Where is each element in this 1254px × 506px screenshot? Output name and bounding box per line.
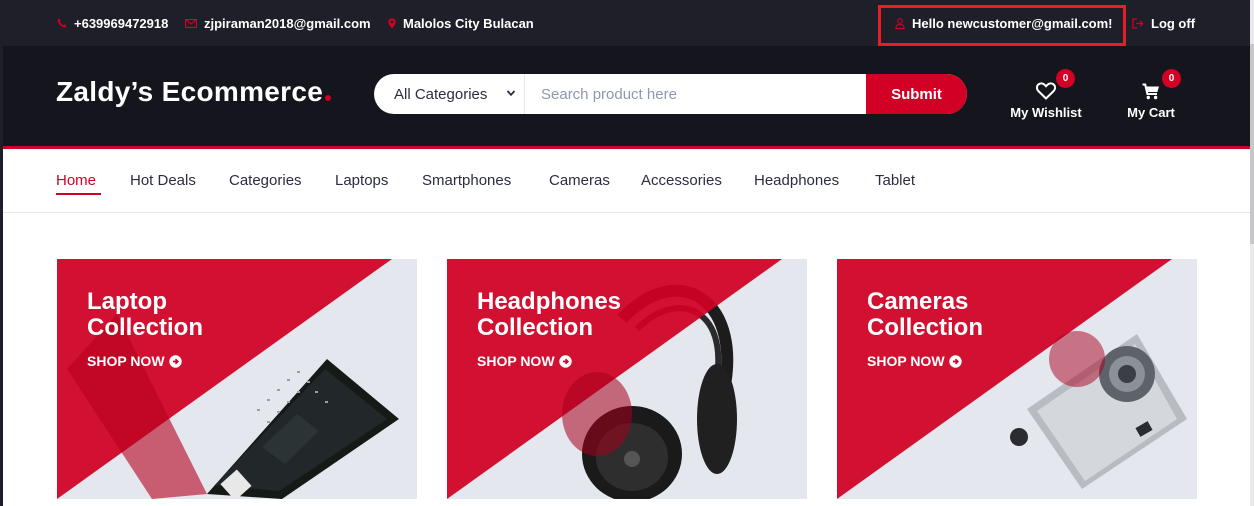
wishlist-link[interactable]: 0 My Wishlist	[1001, 69, 1091, 120]
site-logo[interactable]: Zaldy’s Ecommerce	[56, 76, 332, 108]
shop-now-label: SHOP NOW	[477, 353, 555, 369]
nav-item-categories[interactable]: Categories	[229, 172, 302, 189]
location-link[interactable]: Malolos City Bulacan	[388, 0, 534, 46]
cart-count-badge: 0	[1162, 69, 1181, 88]
nav-item-headphones[interactable]: Headphones	[754, 172, 839, 189]
phone-link[interactable]: +639969472918	[57, 0, 168, 46]
search-submit-button[interactable]: Submit	[866, 74, 967, 114]
wishlist-count-badge: 0	[1056, 69, 1075, 88]
shop-now-link[interactable]: SHOP NOW	[477, 353, 572, 369]
shop-now-link[interactable]: SHOP NOW	[87, 353, 182, 369]
collection-card-headphones[interactable]: Headphones Collection SHOP NOW	[447, 259, 807, 499]
wishlist-label: My Wishlist	[1010, 105, 1082, 120]
collection-card-cameras[interactable]: Cameras Collection SHOP NOW	[837, 259, 1197, 499]
collection-title: Laptop Collection	[87, 289, 287, 341]
arrow-circle-right-icon	[168, 354, 182, 368]
scrollbar-thumb[interactable]	[1250, 44, 1254, 244]
logo-dot	[325, 95, 332, 101]
search-input[interactable]	[526, 74, 866, 114]
envelope-icon	[185, 18, 197, 28]
scrollbar[interactable]	[1250, 0, 1254, 506]
nav-item-smartphones[interactable]: Smartphones	[422, 172, 511, 189]
search-form: All Categories Submit	[374, 74, 967, 114]
email-text: zjpiraman2018@gmail.com	[204, 15, 371, 31]
cart-icon	[1142, 83, 1159, 100]
arrow-circle-right-icon	[558, 354, 572, 368]
heart-icon	[1036, 82, 1056, 100]
shop-now-label: SHOP NOW	[867, 353, 945, 369]
arrow-circle-right-icon	[948, 354, 962, 368]
collection-title: Headphones Collection	[477, 289, 677, 341]
main-nav: Home Hot Deals Categories Laptops Smartp…	[3, 149, 1250, 213]
logout-icon	[1132, 17, 1144, 29]
logoff-text: Log off	[1151, 15, 1196, 31]
shop-now-label: SHOP NOW	[87, 353, 165, 369]
cart-link[interactable]: 0 My Cart	[1106, 69, 1196, 120]
collection-title-line1: Headphones	[477, 288, 622, 315]
nav-item-home[interactable]: Home	[56, 172, 96, 189]
nav-item-hot-deals[interactable]: Hot Deals	[130, 172, 196, 189]
logoff-link[interactable]: Log off	[1132, 0, 1195, 46]
collection-title-line2: Collection	[87, 314, 204, 341]
category-select-value: All Categories	[394, 85, 488, 103]
main-header: Zaldy’s Ecommerce All Categories Submit …	[3, 46, 1250, 146]
highlight-box	[878, 5, 1126, 46]
nav-item-cameras[interactable]: Cameras	[549, 172, 610, 189]
collection-title-line2: Collection	[477, 314, 594, 341]
nav-item-accessories[interactable]: Accessories	[641, 172, 722, 189]
phone-icon	[57, 18, 67, 28]
active-nav-underline	[56, 193, 101, 195]
email-link[interactable]: zjpiraman2018@gmail.com	[185, 0, 371, 46]
collection-card-laptop[interactable]: Laptop Collection SHOP NOW	[57, 259, 417, 499]
phone-text: +639969472918	[74, 15, 169, 31]
collection-title-line2: Collection	[867, 314, 984, 341]
category-select[interactable]: All Categories	[374, 74, 525, 114]
nav-item-tablet[interactable]: Tablet	[875, 172, 915, 189]
collection-title: Cameras Collection	[867, 289, 1067, 341]
cart-label: My Cart	[1127, 105, 1175, 120]
location-text: Malolos City Bulacan	[403, 15, 534, 31]
shop-now-link[interactable]: SHOP NOW	[867, 353, 962, 369]
logo-text: Zaldy’s Ecommerce	[56, 76, 324, 107]
chevron-down-icon	[506, 90, 516, 97]
map-marker-icon	[388, 17, 396, 29]
collection-title-line1: Laptop	[87, 288, 167, 315]
nav-item-laptops[interactable]: Laptops	[335, 172, 388, 189]
collection-title-line1: Cameras	[867, 288, 969, 315]
